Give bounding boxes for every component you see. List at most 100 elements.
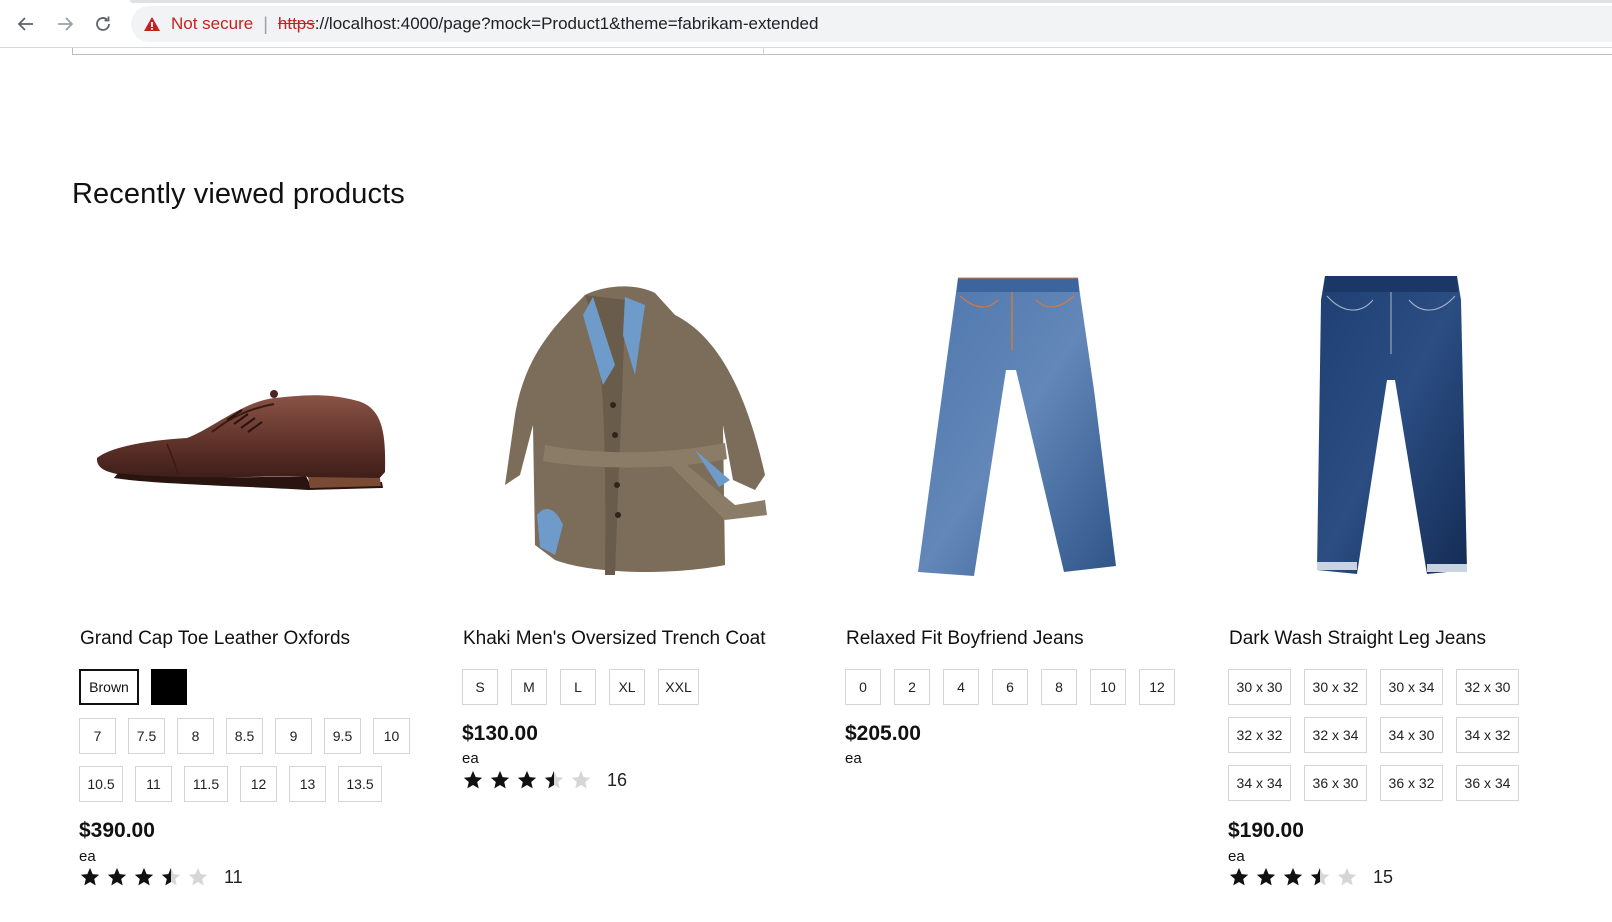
url-scheme: https: [277, 14, 315, 33]
rating-stars: [1228, 866, 1363, 888]
star-icon: [161, 867, 181, 886]
product-card[interactable]: Dark Wash Straight Leg Jeans 30 x 30 30 …: [1221, 250, 1581, 887]
rating-count: 16: [607, 769, 628, 790]
divider: [72, 54, 1612, 55]
size-option[interactable]: 6: [992, 669, 1028, 705]
arrow-left-icon: [17, 17, 33, 31]
price-unit: ea: [845, 750, 862, 767]
size-option[interactable]: 30 x 32: [1304, 669, 1367, 705]
color-swatch-black[interactable]: [151, 669, 187, 705]
product-price: $390.00: [79, 819, 155, 842]
size-option[interactable]: 4: [943, 669, 979, 705]
browser-toolbar: Not secure | https://localhost:4000/page…: [0, 0, 1612, 48]
product-name[interactable]: Dark Wash Straight Leg Jeans: [1229, 628, 1486, 650]
color-swatch-brown[interactable]: Brown: [79, 669, 139, 705]
product-name[interactable]: Relaxed Fit Boyfriend Jeans: [846, 628, 1084, 650]
product-image[interactable]: [1221, 250, 1561, 600]
star-icon: [1229, 867, 1249, 886]
size-option[interactable]: 30 x 30: [1228, 669, 1291, 705]
size-option[interactable]: 34 x 32: [1456, 717, 1519, 753]
star-icon: [1310, 867, 1330, 886]
size-option[interactable]: 7.5: [128, 718, 165, 754]
size-option[interactable]: 13.5: [338, 766, 382, 802]
star-icon: [134, 867, 154, 886]
product-price: $190.00: [1228, 819, 1304, 842]
product-image[interactable]: [838, 250, 1178, 600]
section-title: Recently viewed products: [72, 178, 405, 210]
size-option[interactable]: 9.5: [324, 718, 361, 754]
rating[interactable]: 11: [79, 866, 243, 888]
star-icon: [188, 867, 208, 886]
size-option[interactable]: 10.5: [79, 766, 123, 802]
arrow-right-icon: [58, 17, 74, 31]
rating-count: 15: [1373, 866, 1394, 887]
size-option[interactable]: 12: [240, 766, 277, 802]
size-option[interactable]: 13: [289, 766, 326, 802]
tab-strip: [0, 0, 1612, 4]
size-option[interactable]: 10: [1090, 669, 1126, 705]
product-name[interactable]: Khaki Men's Oversized Trench Coat: [463, 628, 765, 650]
star-icon: [517, 770, 537, 789]
size-options: 0 2 4 6 8 10 12: [845, 669, 1205, 705]
size-option[interactable]: 36 x 34: [1456, 765, 1519, 801]
security-label[interactable]: Not secure: [171, 14, 253, 34]
rating-stars: [79, 866, 214, 888]
size-option[interactable]: 12: [1139, 669, 1175, 705]
star-icon: [571, 770, 591, 789]
size-options: S M L XL XXL: [462, 669, 822, 705]
price-unit: ea: [79, 848, 96, 865]
size-option[interactable]: 32 x 34: [1304, 717, 1367, 753]
size-option[interactable]: 7: [79, 718, 116, 754]
forward-button[interactable]: [52, 11, 78, 37]
reload-icon: [96, 16, 110, 31]
size-option[interactable]: 32 x 32: [1228, 717, 1291, 753]
rating[interactable]: 15: [1228, 866, 1393, 888]
reload-button[interactable]: [90, 11, 116, 37]
rating-stars: [462, 769, 597, 791]
star-icon: [1337, 867, 1357, 886]
rating-count: 11: [224, 866, 243, 887]
size-option[interactable]: 0: [845, 669, 881, 705]
size-option[interactable]: 34 x 34: [1228, 765, 1291, 801]
warning-icon[interactable]: [143, 15, 161, 33]
back-button[interactable]: [13, 11, 39, 37]
size-option[interactable]: 11: [135, 766, 172, 802]
price-unit: ea: [462, 750, 479, 767]
product-name[interactable]: Grand Cap Toe Leather Oxfords: [80, 628, 350, 650]
rating[interactable]: 16: [462, 769, 627, 791]
product-price: $130.00: [462, 722, 538, 745]
color-swatches: Brown: [79, 669, 187, 705]
size-option[interactable]: S: [462, 669, 498, 705]
size-option[interactable]: XL: [609, 669, 645, 705]
dark-jeans-image: [1317, 276, 1467, 574]
oxford-shoe-image: [96, 390, 386, 490]
size-option[interactable]: 8: [177, 718, 214, 754]
size-option[interactable]: 36 x 32: [1380, 765, 1443, 801]
size-option[interactable]: 36 x 30: [1304, 765, 1367, 801]
divider: [72, 48, 73, 55]
url-text[interactable]: https://localhost:4000/page?mock=Product…: [278, 14, 819, 34]
size-option[interactable]: 10: [373, 718, 410, 754]
size-option[interactable]: 30 x 34: [1380, 669, 1443, 705]
size-option[interactable]: 9: [275, 718, 312, 754]
size-option[interactable]: XXL: [658, 669, 699, 705]
star-icon: [1256, 867, 1276, 886]
size-option[interactable]: 32 x 30: [1456, 669, 1519, 705]
product-card[interactable]: Relaxed Fit Boyfriend Jeans 0 2 4 6 8 10…: [838, 250, 1198, 767]
product-image[interactable]: [455, 250, 795, 600]
product-image[interactable]: [72, 250, 412, 600]
size-option[interactable]: 34 x 30: [1380, 717, 1443, 753]
size-option[interactable]: L: [560, 669, 596, 705]
trench-coat-image: [505, 286, 767, 575]
size-option[interactable]: 11.5: [184, 766, 228, 802]
size-option[interactable]: 2: [894, 669, 930, 705]
price-unit: ea: [1228, 848, 1245, 865]
address-bar[interactable]: Not secure | https://localhost:4000/page…: [131, 6, 1612, 42]
url-path: ://localhost:4000/page?mock=Product1&the…: [314, 14, 819, 33]
product-card[interactable]: Khaki Men's Oversized Trench Coat S M L …: [455, 250, 815, 790]
size-options: 30 x 30 30 x 32 30 x 34 32 x 30 32 x 32 …: [1228, 669, 1528, 801]
product-card[interactable]: Grand Cap Toe Leather Oxfords Brown 7 7.…: [72, 250, 432, 887]
size-option[interactable]: 8: [1041, 669, 1077, 705]
size-option[interactable]: M: [511, 669, 547, 705]
size-option[interactable]: 8.5: [226, 718, 263, 754]
